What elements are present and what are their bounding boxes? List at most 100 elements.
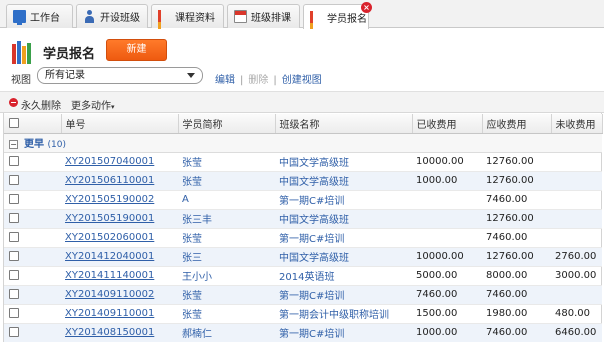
column-header[interactable]: 学员简称 [178,114,276,134]
student-name-cell[interactable]: 张莹 [178,152,275,172]
student-name-cell[interactable]: 张莹 [178,304,275,324]
tab-class-schedule[interactable]: 班级排课 [227,4,300,28]
table-row[interactable]: XY201505190001 张三丰 中国文学高级班 12760.00 [4,209,602,229]
row-checkbox[interactable] [9,156,19,166]
student-name-cell[interactable]: 张三丰 [178,209,275,229]
collapse-icon[interactable]: − [9,139,18,149]
row-select-cell [4,228,61,248]
class-name-cell[interactable]: 2014英语班 [275,266,412,286]
order-number-cell[interactable]: XY201409110001 [61,304,178,324]
tab-course-materials[interactable]: 课程资料 [151,4,224,44]
class-name-cell[interactable]: 第一期C#培训 [275,228,412,248]
class-name-cell[interactable]: 中国文学高级班 [275,171,412,191]
calendar-icon [234,10,247,23]
student-name-cell[interactable]: 张莹 [178,228,275,248]
received-fee-cell: 7460.00 [412,285,482,305]
unpaid-fee-cell: 6460.00 [551,323,602,342]
received-fee-cell: 10000.00 [412,247,482,267]
permanent-delete-button[interactable]: 永久删除 [21,97,61,112]
column-header[interactable]: 应收费用 [482,114,552,134]
unpaid-fee-cell: 2760.00 [551,247,602,267]
unpaid-fee-cell [551,190,602,210]
column-header[interactable]: 已收费用 [412,114,483,134]
table-row[interactable]: XY201506110001 张莹 中国文学高级班 1000.00 12760.00 [4,171,602,191]
select-all-checkbox[interactable] [9,117,19,128]
student-name-cell[interactable]: 张莹 [178,171,275,191]
tab-workbench[interactable]: 工作台 [6,4,73,28]
tab-label: 学员报名 [327,13,367,25]
order-number-cell[interactable]: XY201411140001 [61,266,178,286]
order-number-cell[interactable]: XY201505190002 [61,190,178,210]
receivable-fee-cell: 8000.00 [482,266,551,286]
new-button[interactable]: 新建 [106,39,167,61]
more-actions-dropdown[interactable]: 更多动作▾ [71,97,115,112]
books-icon [158,10,171,44]
delete-icon[interactable] [9,98,18,107]
table-row[interactable]: XY201408150001 郝楠仁 第一期C#培训 1000.00 7460.00 64… [4,323,602,342]
row-checkbox[interactable] [9,232,19,242]
received-fee-cell: 10000.00 [412,152,482,172]
receivable-fee-cell: 12760.00 [482,152,551,172]
student-name-cell[interactable]: A [178,190,275,210]
row-select-cell [4,247,61,267]
table-row[interactable]: XY201409110001 张莹 第一期会计中级职称培训 1500.00 1980.0… [4,304,602,324]
column-header[interactable]: 班级名称 [275,114,413,134]
student-name-cell[interactable]: 王小小 [178,266,275,286]
class-name-cell[interactable]: 第一期C#培训 [275,285,412,305]
tab-student-enrollment[interactable]: 学员报名 × [303,2,372,45]
separator: | [240,75,244,86]
table-row[interactable]: XY201505190002 A 第一期C#培训 7460.00 [4,190,602,210]
row-checkbox[interactable] [9,194,19,204]
create-view-link[interactable]: 创建视图 [282,75,322,86]
table-row[interactable]: XY201502060001 张莹 第一期C#培训 7460.00 [4,228,602,248]
order-number-cell[interactable]: XY201408150001 [61,323,178,342]
row-checkbox[interactable] [9,289,19,299]
class-name-cell[interactable]: 第一期C#培训 [275,323,412,342]
tab-open-class[interactable]: 开设班级 [76,4,148,28]
enrollment-table: 单号 学员简称 班级名称 已收费用 应收费用 未收费用 − 更早 (10) XY2… [4,114,603,342]
column-header[interactable]: 未收费用 [551,114,603,134]
received-fee-cell [412,190,482,210]
group-label: 更早 [24,139,44,150]
row-checkbox[interactable] [9,308,19,318]
unpaid-fee-cell: 480.00 [551,304,602,324]
class-name-cell[interactable]: 第一期C#培训 [275,190,412,210]
class-name-cell[interactable]: 中国文学高级班 [275,209,412,229]
order-number-cell[interactable]: XY201502060001 [61,228,178,248]
row-checkbox[interactable] [9,251,19,261]
row-select-cell [4,323,61,342]
page-title: 学员报名 [43,47,96,62]
order-number-cell[interactable]: XY201409110002 [61,285,178,305]
student-name-cell[interactable]: 郝楠仁 [178,323,275,342]
tab-label: 班级排课 [251,13,291,24]
received-fee-cell: 1000.00 [412,171,482,191]
tab-label: 开设班级 [100,13,140,24]
table-row[interactable]: XY201507040001 张莹 中国文学高级班 10000.00 12760.00 [4,152,602,172]
order-number-cell[interactable]: XY201506110001 [61,171,178,191]
class-name-cell[interactable]: 中国文学高级班 [275,247,412,267]
group-row[interactable]: − 更早 (10) [4,133,602,153]
order-number-cell[interactable]: XY201505190001 [61,209,178,229]
order-number-cell[interactable]: XY201412040001 [61,247,178,267]
row-checkbox[interactable] [9,327,19,337]
student-name-cell[interactable]: 张莹 [178,285,275,305]
tab-label: 工作台 [30,13,60,24]
row-checkbox[interactable] [9,175,19,185]
received-fee-cell [412,209,482,229]
class-name-cell[interactable]: 中国文学高级班 [275,152,412,172]
row-checkbox[interactable] [9,270,19,280]
view-select[interactable]: 所有记录 [37,67,203,84]
close-icon[interactable]: × [361,2,372,13]
class-name-cell[interactable]: 第一期会计中级职称培训 [275,304,412,324]
student-name-cell[interactable]: 张三 [178,247,275,267]
received-fee-cell [412,228,482,248]
row-checkbox[interactable] [9,213,19,223]
received-fee-cell: 1500.00 [412,304,482,324]
order-number-cell[interactable]: XY201507040001 [61,152,178,172]
column-header[interactable]: 单号 [61,114,179,134]
receivable-fee-cell: 12760.00 [482,209,551,229]
edit-view-link[interactable]: 编辑 [215,75,235,86]
table-row[interactable]: XY201411140001 王小小 2014英语班 5000.00 8000.00 30… [4,266,602,286]
table-row[interactable]: XY201409110002 张莹 第一期C#培训 7460.00 7460.00 [4,285,602,305]
table-row[interactable]: XY201412040001 张三 中国文学高级班 10000.00 12760.00 2… [4,247,602,267]
